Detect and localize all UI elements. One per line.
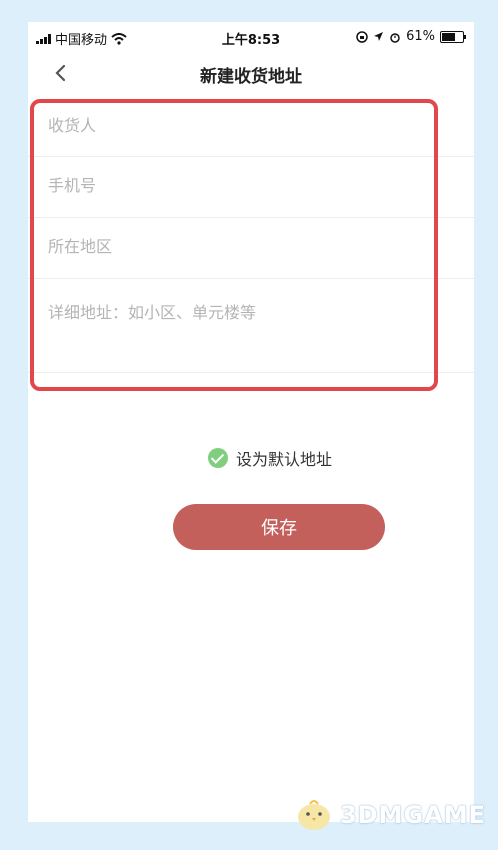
save-button[interactable]: 保存 <box>173 504 385 550</box>
page-title: 新建收货地址 <box>200 67 302 87</box>
phone-screen: 中国移动 上午8:53 61% 新建收货地址 收货人 手机号 所在地区 详细地址… <box>28 22 474 822</box>
logo-text: 3DMGAME <box>339 801 486 829</box>
address-textarea[interactable] <box>48 299 428 359</box>
recipient-row <box>28 96 474 157</box>
address-row <box>28 279 474 373</box>
nav-bar: 新建收货地址 <box>28 52 474 96</box>
status-right: 61% <box>356 29 466 44</box>
status-bar: 中国移动 上午8:53 61% <box>28 22 474 52</box>
battery-percent: 61% <box>406 29 435 44</box>
battery-icon <box>440 30 466 43</box>
phone-row <box>28 157 474 218</box>
default-address-toggle[interactable]: 设为默认地址 <box>208 446 332 470</box>
recipient-input[interactable] <box>48 116 428 135</box>
logo-watermark: 3DMGAME <box>294 798 486 832</box>
phone-input[interactable] <box>48 176 428 195</box>
chick-mascot-icon <box>297 800 330 830</box>
location-icon <box>374 32 384 41</box>
check-circle-icon <box>208 448 228 468</box>
lock-rotation-icon <box>356 30 368 43</box>
default-address-label: 设为默认地址 <box>236 450 333 469</box>
alarm-icon <box>390 32 400 43</box>
region-input[interactable] <box>48 237 428 256</box>
region-row[interactable] <box>28 218 474 279</box>
